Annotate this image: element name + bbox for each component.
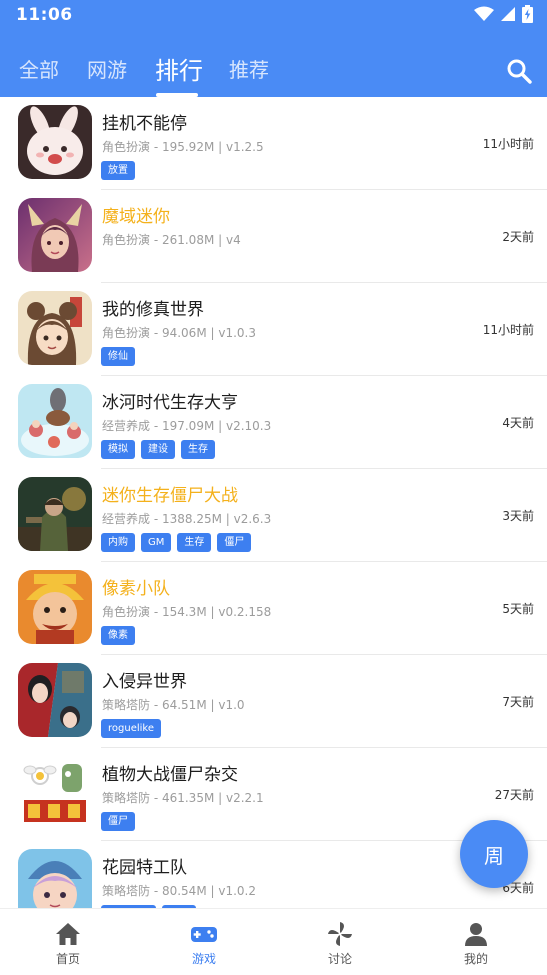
- ice-age-game-icon: [18, 384, 92, 458]
- game-tag[interactable]: 生存: [177, 533, 212, 552]
- game-meta: 角色扮演 - 195.92M | v1.2.5: [102, 140, 264, 154]
- game-tag[interactable]: 生存: [181, 440, 215, 459]
- game-title: 植物大战僵尸杂交: [102, 765, 238, 785]
- game-list: 挂机不能停 角色扮演 - 195.92M | v1.2.5 放置 11小时前 魔…: [0, 97, 547, 908]
- fantasy-girl-game-icon: [18, 198, 92, 272]
- nav-discussion-label: 讨论: [327, 952, 352, 966]
- nav-home[interactable]: 首页: [0, 909, 136, 975]
- game-meta: 策略塔防 - 461.35M | v2.2.1: [102, 791, 264, 805]
- game-meta: 策略塔防 - 80.54M | v1.0.2: [102, 884, 256, 898]
- game-tag[interactable]: 模拟: [101, 440, 135, 459]
- category-tabs: 全部 网游 排行 推荐: [0, 50, 547, 97]
- game-list-item[interactable]: 迷你生存僵尸大战 经营养成 - 1388.25M | v2.6.3 内购 GM …: [0, 469, 547, 562]
- game-tag[interactable]: 放置: [101, 161, 135, 180]
- update-time: 3天前: [502, 509, 534, 523]
- game-title: 入侵异世界: [102, 672, 187, 692]
- tab-online-games[interactable]: 网游: [87, 54, 127, 83]
- game-meta: 角色扮演 - 154.3M | v0.2.158: [102, 605, 272, 619]
- game-list-item[interactable]: 魔域迷你 角色扮演 - 261.08M | v4 2天前: [0, 190, 547, 283]
- pvz-hybrid-game-icon: [18, 756, 92, 830]
- game-list-item[interactable]: 入侵异世界 策略塔防 - 64.51M | v1.0 roguelike 7天前: [0, 655, 547, 748]
- game-tag[interactable]: roguelike: [101, 719, 161, 738]
- game-meta: 角色扮演 - 94.06M | v1.0.3: [102, 326, 256, 340]
- pixel-squad-game-icon: [18, 570, 92, 644]
- garden-squad-game-icon: [18, 849, 92, 908]
- nav-discussion[interactable]: 讨论: [272, 909, 408, 975]
- invade-world-game-icon: [18, 663, 92, 737]
- nav-games[interactable]: 游戏: [136, 909, 272, 975]
- game-list-item[interactable]: 冰河时代生存大亨 经营养成 - 197.09M | v2.10.3 模拟 建设 …: [0, 376, 547, 469]
- nav-profile[interactable]: 我的: [408, 909, 544, 975]
- game-tags: 模拟 建设 生存: [101, 440, 215, 459]
- user-icon: [465, 923, 487, 946]
- battery-icon: [522, 5, 533, 23]
- game-tag[interactable]: 修仙: [101, 347, 135, 366]
- update-time: 11小时前: [482, 323, 534, 337]
- update-time: 7天前: [502, 695, 534, 709]
- game-tag[interactable]: 建设: [141, 440, 175, 459]
- status-time: 11:06: [16, 5, 73, 25]
- game-meta: 角色扮演 - 261.08M | v4: [102, 233, 241, 247]
- rabbit-game-icon: [18, 105, 92, 179]
- game-list-item[interactable]: 植物大战僵尸杂交 策略塔防 - 461.35M | v2.2.1 僵尸 27天前: [0, 748, 547, 841]
- gamepad-icon: [191, 927, 217, 942]
- game-tag[interactable]: 内购: [101, 533, 135, 552]
- game-title: 我的修真世界: [102, 300, 204, 320]
- zombie-survival-game-icon: [18, 477, 92, 551]
- game-title: 魔域迷你: [102, 207, 170, 227]
- game-meta: 经营养成 - 197.09M | v2.10.3: [102, 419, 272, 433]
- nav-profile-label: 我的: [463, 952, 488, 966]
- nav-home-label: 首页: [55, 952, 80, 966]
- status-icons: [474, 5, 533, 23]
- update-time: 11小时前: [482, 137, 534, 151]
- game-tag[interactable]: 像素: [101, 626, 135, 645]
- update-time: 2天前: [502, 230, 534, 244]
- game-title: 迷你生存僵尸大战: [102, 486, 238, 506]
- tab-all[interactable]: 全部: [19, 54, 59, 83]
- update-time: 5天前: [502, 602, 534, 616]
- tab-recommended[interactable]: 推荐: [229, 54, 269, 83]
- pinwheel-icon: [328, 922, 352, 946]
- app-header: 11:06 全部 网游 排行 推荐: [0, 0, 547, 97]
- tab-ranking[interactable]: 排行: [155, 51, 203, 86]
- nav-games-label: 游戏: [191, 952, 216, 966]
- game-list-item[interactable]: 挂机不能停 角色扮演 - 195.92M | v1.2.5 放置 11小时前: [0, 97, 547, 190]
- game-tag[interactable]: 僵尸: [101, 812, 135, 831]
- game-tag[interactable]: GM: [141, 533, 172, 552]
- game-meta: 经营养成 - 1388.25M | v2.6.3: [102, 512, 272, 526]
- status-bar: 11:06: [0, 0, 547, 30]
- game-title: 像素小队: [102, 579, 170, 599]
- game-list-item[interactable]: 我的修真世界 角色扮演 - 94.06M | v1.0.3 修仙 11小时前: [0, 283, 547, 376]
- game-tags: 僵尸: [101, 812, 135, 831]
- update-time: 4天前: [502, 416, 534, 430]
- game-title: 花园特工队: [102, 858, 187, 878]
- update-time: 27天前: [494, 788, 534, 802]
- bottom-nav: 首页 游戏 讨论 我的: [0, 908, 547, 975]
- wifi-icon: [474, 6, 494, 21]
- game-title: 冰河时代生存大亨: [102, 393, 238, 413]
- home-icon: [56, 923, 80, 945]
- cultivator-girl-game-icon: [18, 291, 92, 365]
- game-tags: 内购 GM 生存 僵尸: [101, 533, 252, 552]
- game-tag[interactable]: 僵尸: [217, 533, 252, 552]
- game-tags: 修仙: [101, 347, 135, 366]
- game-meta: 策略塔防 - 64.51M | v1.0: [102, 698, 245, 712]
- game-title: 挂机不能停: [102, 114, 187, 134]
- game-tags: 放置: [101, 161, 135, 180]
- game-tags: 像素: [101, 626, 135, 645]
- weekly-fab-button[interactable]: 周: [460, 820, 528, 888]
- game-tags: roguelike: [101, 719, 161, 738]
- search-icon[interactable]: [506, 58, 532, 84]
- signal-icon: [501, 7, 515, 21]
- game-list-item[interactable]: 像素小队 角色扮演 - 154.3M | v0.2.158 像素 5天前: [0, 562, 547, 655]
